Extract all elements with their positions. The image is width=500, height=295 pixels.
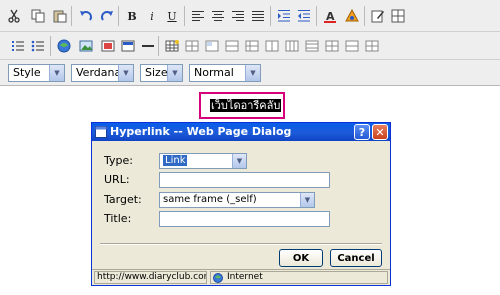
status-zone-label: Internet: [227, 272, 263, 282]
style-dropdown[interactable]: Style ▼: [8, 64, 65, 82]
font-dropdown[interactable]: Verdana ▼: [71, 64, 134, 82]
format-dropdown-value: Normal: [194, 66, 234, 79]
delete-column-icon[interactable]: [282, 36, 302, 56]
cut-icon[interactable]: [4, 6, 24, 26]
url-label: URL:: [104, 173, 130, 186]
redo-icon[interactable]: [97, 6, 117, 26]
merge-cells-icon[interactable]: [342, 36, 362, 56]
ok-button[interactable]: OK: [279, 249, 323, 267]
align-center-icon[interactable]: [208, 6, 228, 26]
title-input[interactable]: [159, 211, 330, 227]
editor: B i U A Style ▼ Verdana ▼ Size ▼ Normal …: [0, 0, 500, 295]
bullet-list-icon[interactable]: [28, 36, 48, 56]
font-color-icon[interactable]: A: [320, 6, 340, 26]
chevron-down-icon: ▼: [245, 65, 260, 81]
toolbar-row-3: Style ▼ Verdana ▼ Size ▼ Normal ▼: [0, 60, 500, 86]
toolbar-row-2: [0, 32, 500, 60]
target-label: Target:: [104, 193, 142, 206]
format-dropdown[interactable]: Normal ▼: [189, 64, 261, 82]
align-justify-icon[interactable]: [248, 6, 268, 26]
table-properties-icon[interactable]: [182, 36, 202, 56]
cell-properties-icon[interactable]: [202, 36, 222, 56]
chevron-down-icon: ▼: [167, 65, 182, 81]
image-icon[interactable]: [76, 36, 96, 56]
type-label: Type:: [104, 154, 133, 167]
align-right-icon[interactable]: [228, 6, 248, 26]
selection-highlight-box: [199, 92, 285, 119]
size-dropdown[interactable]: Size ▼: [140, 64, 183, 82]
split-cell-icon[interactable]: [362, 36, 382, 56]
target-select[interactable]: same frame (_self) ▼: [159, 192, 315, 208]
status-url: http://www.diaryclub.com/c: [94, 271, 207, 284]
copy-icon[interactable]: [28, 6, 48, 26]
horizontal-rule-icon[interactable]: [138, 36, 158, 56]
dialog-window-icon: [95, 126, 107, 138]
delete-cell-icon[interactable]: [322, 36, 342, 56]
insert-cell-icon[interactable]: [302, 36, 322, 56]
numbered-list-icon[interactable]: [8, 36, 28, 56]
status-zone: Internet: [210, 271, 388, 284]
style-dropdown-value: Style: [13, 66, 41, 79]
toolbar-row-1: B i U A: [0, 0, 500, 32]
delete-row-icon[interactable]: [242, 36, 262, 56]
chevron-down-icon: ▼: [49, 65, 64, 81]
close-button[interactable]: ✕: [372, 124, 388, 140]
grid-icon[interactable]: [388, 6, 408, 26]
italic-button[interactable]: i: [142, 6, 162, 26]
font-dropdown-value: Verdana: [76, 66, 122, 79]
url-input[interactable]: [159, 172, 330, 188]
chevron-down-icon: ▼: [232, 154, 246, 168]
dialog-title-bar[interactable]: Hyperlink -- Web Page Dialog: [92, 123, 390, 141]
insert-column-icon[interactable]: [262, 36, 282, 56]
size-dropdown-value: Size: [145, 66, 168, 79]
dialog-divider: [100, 243, 382, 245]
type-select[interactable]: Link ▼: [159, 153, 247, 169]
hyperlink-dialog: Hyperlink -- Web Page Dialog ? ✕ Type: L…: [91, 122, 391, 286]
chevron-down-icon: ▼: [118, 65, 133, 81]
undo-icon[interactable]: [76, 6, 96, 26]
underline-button[interactable]: U: [162, 6, 182, 26]
help-button[interactable]: ?: [354, 124, 370, 140]
hyperlink-icon[interactable]: [54, 36, 74, 56]
dialog-status-bar: http://www.diaryclub.com/c Internet: [92, 269, 390, 285]
highlight-color-icon[interactable]: [342, 6, 362, 26]
title-label: Title:: [104, 212, 132, 225]
align-left-icon[interactable]: [188, 6, 208, 26]
target-select-value: same frame (_self): [163, 194, 257, 205]
edit-source-icon[interactable]: [368, 6, 388, 26]
outdent-icon[interactable]: [294, 6, 314, 26]
insert-table-icon[interactable]: [162, 36, 182, 56]
chevron-down-icon: ▼: [300, 193, 314, 207]
dialog-title: Hyperlink -- Web Page Dialog: [110, 125, 292, 138]
media-icon[interactable]: [118, 36, 138, 56]
bold-button[interactable]: B: [122, 6, 142, 26]
cancel-button[interactable]: Cancel: [330, 249, 382, 267]
type-select-value: Link: [163, 155, 188, 166]
paste-icon[interactable]: [50, 6, 70, 26]
globe-icon: [213, 273, 223, 283]
indent-icon[interactable]: [274, 6, 294, 26]
insert-row-icon[interactable]: [222, 36, 242, 56]
flash-icon[interactable]: [98, 36, 118, 56]
